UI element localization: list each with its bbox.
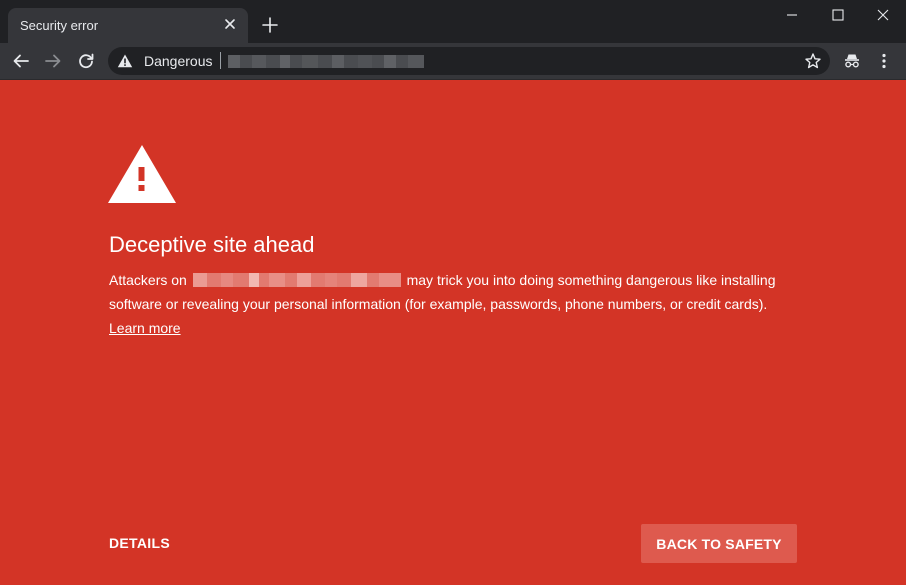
minimize-button[interactable] [769,0,815,30]
arrow-left-icon [13,54,29,68]
redacted-url [228,55,424,68]
forward-button[interactable] [42,50,64,72]
maximize-button[interactable] [815,0,861,30]
close-icon[interactable] [222,16,238,32]
plus-icon[interactable] [261,16,279,34]
reload-icon [79,53,94,69]
page-heading: Deceptive site ahead [109,232,315,257]
tab-security-error[interactable]: Security error [8,8,248,43]
warning-text-line-2: software or revealing your personal info… [109,296,768,312]
back-to-safety-button[interactable]: BACK TO SAFETY [641,524,797,563]
vertical-dots-icon [882,53,886,69]
maximize-icon [832,9,844,21]
warning-text-suffix: may trick you into doing something dange… [406,272,776,288]
omnibox-separator [220,52,221,69]
warning-triangle-icon [108,145,176,203]
incognito-icon [845,54,859,68]
tab-title: Security error [20,18,99,33]
incognito-extension-button[interactable] [841,50,863,72]
browser-window: Security error Dangerous Deceptive site … [0,0,906,585]
browser-toolbar: Dangerous [0,43,906,79]
close-icon [877,9,889,21]
back-to-safety-label: BACK TO SAFETY [656,535,782,552]
arrow-right-icon [45,54,61,68]
warning-text-prefix: Attackers on [109,272,187,288]
title-bar: Security error [0,0,906,43]
back-button[interactable] [10,50,32,72]
warning-triangle-icon[interactable] [117,53,133,69]
address-bar[interactable]: Dangerous [108,47,830,75]
browser-menu-button[interactable] [873,50,895,72]
reload-button[interactable] [75,50,97,72]
learn-more-link[interactable]: Learn more [109,320,181,336]
warning-text-line-1: Attackers on may trick you into doing so… [109,272,775,288]
safe-browsing-interstitial: Deceptive site ahead Attackers on may tr… [0,80,906,585]
minimize-icon [787,14,797,16]
redacted-hostname [192,273,401,287]
star-icon[interactable] [804,52,822,70]
details-button[interactable]: DETAILS [109,535,170,551]
window-close-button[interactable] [860,0,906,30]
security-status-label[interactable]: Dangerous [144,53,213,69]
